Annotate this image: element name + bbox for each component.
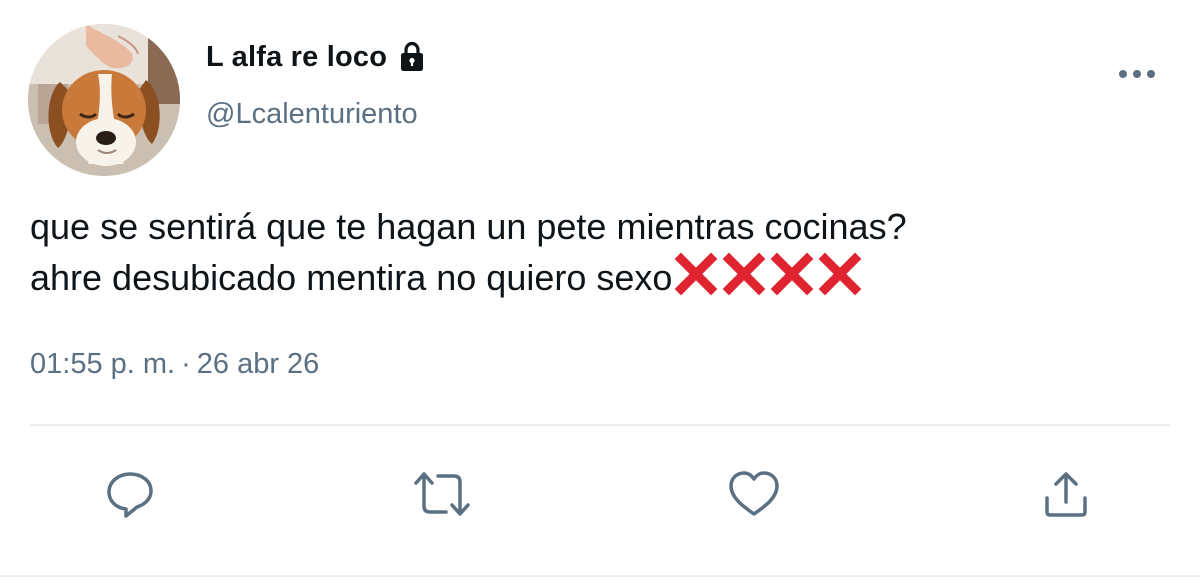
cross-mark-icon xyxy=(771,252,814,296)
heart-icon xyxy=(729,471,779,516)
reply-icon xyxy=(107,472,153,518)
tweet-time: 01:55 p. m. xyxy=(30,348,176,380)
tweet-text-line-1: que se sentirá que te hagan un pete mien… xyxy=(30,206,907,247)
cross-mark-icon xyxy=(675,252,718,296)
user-handle[interactable]: @Lcalenturiento xyxy=(206,98,418,131)
tweet-text-line-2: ahre desubicado mentira no quiero sexo xyxy=(30,252,1170,303)
divider xyxy=(30,424,1170,426)
display-name-row: L alfa re loco xyxy=(206,40,429,74)
tweet-text: que se sentirá que te hagan un pete mien… xyxy=(30,202,1170,303)
more-icon xyxy=(1119,70,1155,78)
dog-avatar-image xyxy=(28,24,180,176)
more-options-button[interactable] xyxy=(1112,58,1162,90)
share-button[interactable] xyxy=(1036,464,1096,524)
meta-separator: · xyxy=(181,348,191,380)
tweet-card: L alfa re loco @Lcalenturiento que se se… xyxy=(0,0,1200,583)
lock-icon xyxy=(395,40,429,74)
tweet-timestamp[interactable]: 01:55 p. m. · 26 abr 26 xyxy=(30,348,319,381)
display-name[interactable]: L alfa re loco xyxy=(206,41,387,74)
x-mark-emojis xyxy=(674,252,862,296)
cross-mark-icon xyxy=(723,252,766,296)
like-button[interactable] xyxy=(724,464,784,524)
tweet-text-line-2-text: ahre desubicado mentira no quiero sexo xyxy=(30,257,673,298)
retweet-button[interactable] xyxy=(412,464,472,524)
share-icon xyxy=(1045,472,1087,517)
retweet-icon xyxy=(414,472,470,516)
cross-mark-icon xyxy=(819,252,862,296)
reply-button[interactable] xyxy=(100,464,160,524)
bottom-border xyxy=(0,575,1200,577)
avatar[interactable] xyxy=(28,24,180,176)
tweet-date: 26 abr 26 xyxy=(196,348,320,380)
